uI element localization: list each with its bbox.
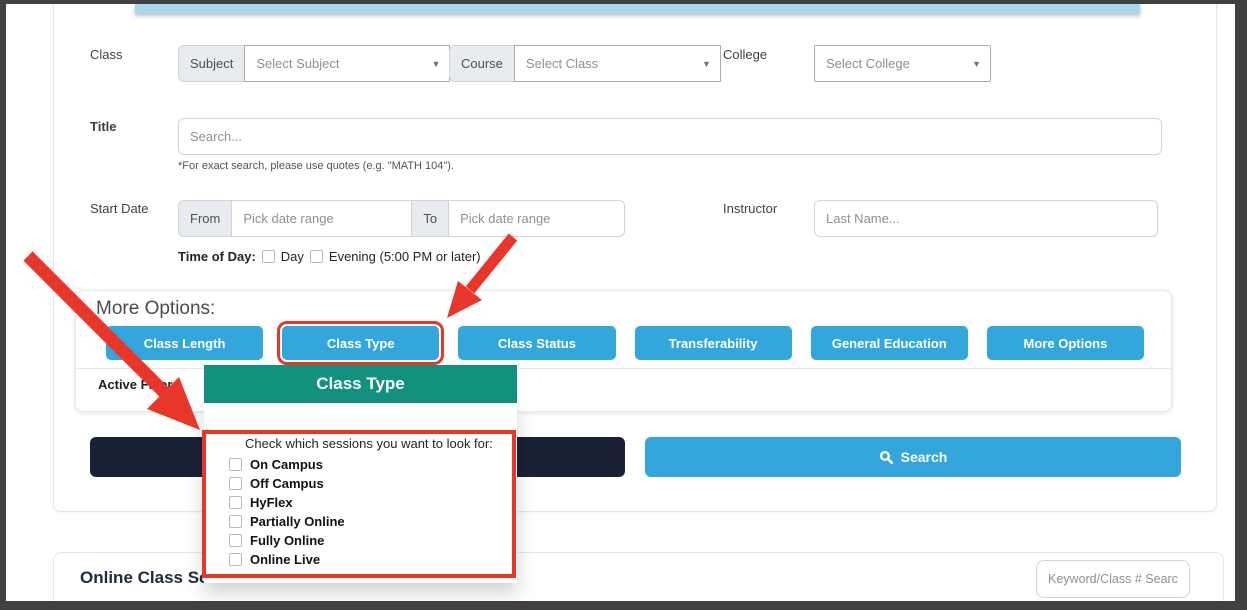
on-campus-checkbox[interactable]	[229, 458, 242, 471]
to-prepend-label: To	[411, 200, 449, 237]
popover-prompt: Check which sessions you want to look fo…	[245, 436, 493, 451]
class-type-option: Fully Online	[229, 531, 345, 550]
fully-online-checkbox[interactable]	[229, 534, 242, 547]
more-options-button[interactable]: More Options	[987, 326, 1144, 360]
subject-prepend-label: Subject	[178, 45, 245, 82]
title-help-text: *For exact search, please use quotes (e.…	[178, 160, 454, 172]
title-search-input[interactable]	[178, 118, 1162, 155]
class-type-button[interactable]: Class Type	[282, 326, 439, 360]
partially-online-label: Partially Online	[250, 514, 345, 529]
window-frame-bottom	[0, 601, 1247, 610]
title-label: Title	[90, 119, 117, 134]
class-length-button[interactable]: Class Length	[106, 326, 263, 360]
instructor-label: Instructor	[723, 201, 777, 216]
evening-checkbox-label: Evening (5:00 PM or later)	[329, 249, 481, 264]
search-button-label: Search	[901, 449, 948, 465]
course-select-value: Select Class	[526, 56, 598, 71]
class-status-button[interactable]: Class Status	[458, 326, 615, 360]
class-type-option-list: On Campus Off Campus HyFlex Partially On…	[229, 455, 345, 569]
day-checkbox[interactable]	[262, 250, 275, 263]
course-select[interactable]: Select Class ▼	[514, 45, 721, 82]
start-date-label: Start Date	[90, 201, 149, 216]
popover-body: Check which sessions you want to look fo…	[204, 403, 517, 583]
general-education-button[interactable]: General Education	[811, 326, 968, 360]
chevron-down-icon: ▼	[702, 59, 711, 69]
time-of-day-label: Time of Day:	[178, 249, 256, 264]
off-campus-checkbox[interactable]	[229, 477, 242, 490]
subject-select-value: Select Subject	[256, 56, 339, 71]
hyflex-label: HyFlex	[250, 495, 293, 510]
fully-online-label: Fully Online	[250, 533, 324, 548]
search-button[interactable]: Search	[645, 437, 1181, 477]
window-frame-right	[1235, 0, 1247, 610]
active-filters-label: Active Filters	[98, 377, 180, 392]
filter-button-row: Class Length Class Type Class Status Tra…	[106, 326, 1144, 360]
class-type-option: On Campus	[229, 455, 345, 474]
online-live-checkbox[interactable]	[229, 553, 242, 566]
college-select[interactable]: Select College ▼	[814, 45, 991, 82]
partially-online-checkbox[interactable]	[229, 515, 242, 528]
keyword-search-input[interactable]	[1036, 560, 1190, 598]
class-type-option: Partially Online	[229, 512, 345, 531]
course-prepend-label: Course	[449, 45, 515, 82]
class-type-option: Off Campus	[229, 474, 345, 493]
on-campus-label: On Campus	[250, 457, 323, 472]
popover-title: Class Type	[204, 365, 517, 403]
online-live-label: Online Live	[250, 552, 320, 567]
more-options-heading: More Options:	[96, 298, 215, 320]
instructor-input[interactable]	[814, 200, 1158, 237]
class-label: Class	[90, 47, 123, 62]
off-campus-label: Off Campus	[250, 476, 324, 491]
chevron-down-icon: ▼	[972, 59, 981, 69]
college-select-value: Select College	[826, 56, 910, 71]
header-strip	[135, 4, 1140, 14]
subject-select[interactable]: Select Subject ▼	[244, 45, 450, 82]
window-frame-top	[0, 0, 1247, 4]
transferability-button[interactable]: Transferability	[635, 326, 792, 360]
date-to-input[interactable]	[448, 200, 625, 237]
window-frame-left	[0, 0, 6, 610]
class-type-option: HyFlex	[229, 493, 345, 512]
class-type-popover: Class Type Check which sessions you want…	[204, 365, 517, 583]
from-prepend-label: From	[178, 200, 232, 237]
class-search-page: Class Subject Select Subject ▼ Course Se…	[0, 0, 1247, 610]
class-type-option: Online Live	[229, 550, 345, 569]
day-checkbox-label: Day	[281, 249, 304, 264]
college-label: College	[723, 47, 767, 62]
date-from-input[interactable]	[231, 200, 412, 237]
evening-checkbox[interactable]	[310, 250, 323, 263]
search-icon	[879, 450, 894, 465]
chevron-down-icon: ▼	[431, 59, 440, 69]
hyflex-checkbox[interactable]	[229, 496, 242, 509]
